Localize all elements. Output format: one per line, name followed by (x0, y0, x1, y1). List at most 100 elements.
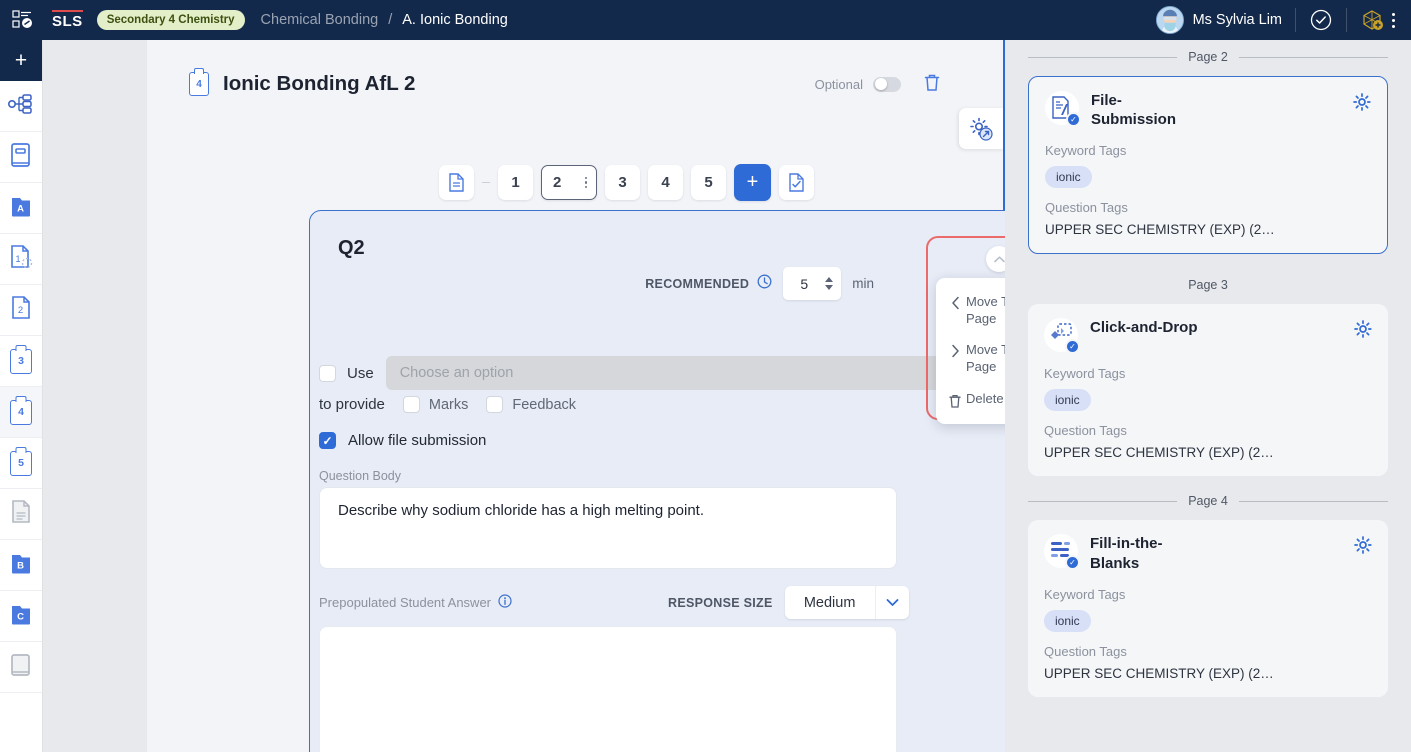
allow-file-submission-checkbox[interactable] (319, 432, 336, 449)
activity-header: 4 Ionic Bonding AfL 2 Optional (189, 62, 1003, 106)
trash-icon (944, 390, 966, 409)
menu-item-delete[interactable]: Delete (936, 383, 1005, 416)
svg-text:B: B (17, 560, 24, 571)
response-size-row: RESPONSE SIZE Medium (668, 586, 909, 619)
top-navigation-bar: SLS Secondary 4 Chemistry Chemical Bondi… (0, 0, 1411, 40)
keyword-tag[interactable]: ionic (1045, 166, 1092, 189)
question-tile-click-and-drop[interactable]: ✓ Click-and-Drop Keyword Tags ionic Ques… (1028, 304, 1388, 477)
question-actions-highlight: Move To Previous Page Move To Next Page … (926, 236, 1005, 424)
add-page-button[interactable]: + (734, 164, 771, 201)
editor-canvas: 4 Ionic Bonding AfL 2 Optional 1 2 3 4 5… (43, 40, 1005, 752)
feedback-checkbox[interactable] (486, 396, 504, 413)
response-size-select[interactable]: Medium (784, 586, 909, 619)
question-tile-fill-in-the-blanks[interactable]: ✓ Fill-in-the-Blanks Keyword Tags ionic … (1028, 520, 1388, 697)
gear-icon[interactable] (1353, 93, 1371, 116)
recommended-duration-row: RECOMMENDED 5 min (645, 267, 874, 300)
duration-spinner[interactable] (825, 277, 841, 290)
question-body-input[interactable]: Describe why sodium chloride has a high … (319, 487, 897, 569)
sidebar-item-overview[interactable] (0, 81, 42, 132)
feedback-label: Feedback (512, 396, 577, 413)
sidebar-item-section-a[interactable]: A (0, 183, 42, 234)
menu-item-move-to-previous-page[interactable]: Move To Previous Page (936, 286, 1005, 334)
tab-kebab-icon[interactable] (584, 176, 587, 189)
keyword-tags-label: Keyword Tags (1045, 143, 1127, 159)
tab-page-4[interactable]: 4 (648, 165, 683, 200)
to-provide-label: to provide (319, 396, 385, 413)
sidebar-item-book[interactable] (0, 132, 42, 183)
tab-document[interactable] (439, 165, 474, 200)
info-icon[interactable] (498, 594, 512, 611)
prepopulated-answer-input[interactable] (319, 626, 897, 752)
duration-unit: min (852, 276, 874, 291)
duration-stepper[interactable]: 5 (783, 267, 842, 300)
to-provide-row: to provide Marks Feedback (319, 396, 576, 413)
question-number: Q2 (338, 237, 365, 259)
settings-collapse-icon[interactable] (959, 108, 1003, 149)
trash-icon[interactable] (923, 72, 941, 97)
gear-icon[interactable] (1354, 320, 1372, 343)
tile-title: Fill-in-the-Blanks (1090, 535, 1163, 572)
page-separator-3: Page 3 (1028, 278, 1388, 292)
sidebar-item-book-grey[interactable] (0, 642, 42, 693)
sidebar-item-notes[interactable] (0, 489, 42, 540)
avatar[interactable] (1155, 6, 1184, 34)
kebab-menu-icon[interactable] (1384, 12, 1411, 28)
tab-page-1[interactable]: 1 (498, 165, 533, 200)
sls-task-icon[interactable] (10, 7, 36, 33)
keyword-tag[interactable]: ionic (1044, 389, 1091, 412)
question-card: Q2 RECOMMENDED 5 min Use Choose an optio… (309, 210, 1005, 752)
folder-icon: C (9, 602, 33, 631)
question-context-menu: Move To Previous Page Move To Next Page … (936, 278, 1005, 424)
svg-text:C: C (17, 611, 24, 622)
tab-page-5[interactable]: 5 (691, 165, 726, 200)
optional-label: Optional (814, 76, 863, 92)
chevron-down-icon[interactable] (874, 586, 909, 619)
option-select[interactable]: Choose an option (385, 356, 1005, 390)
activity-sheet: 4 Ionic Bonding AfL 2 Optional 1 2 3 4 5… (147, 40, 1005, 752)
keyword-tag[interactable]: ionic (1044, 609, 1091, 632)
sidebar-item-activity-1[interactable]: 1 (0, 234, 42, 285)
divider (1346, 8, 1347, 32)
checklist-icon[interactable] (779, 165, 814, 200)
page-label: Page 4 (1188, 494, 1228, 509)
breadcrumb-parent[interactable]: Chemical Bonding (261, 12, 379, 28)
allow-file-submission-row: Allow file submission (319, 432, 486, 449)
chevron-right-icon (944, 341, 966, 358)
menu-item-move-to-next-page[interactable]: Move To Next Page (936, 334, 1005, 382)
book-icon (9, 142, 33, 173)
sidebar-item-section-b[interactable]: B (0, 540, 42, 591)
use-checkbox[interactable] (319, 364, 336, 382)
use-label: Use (347, 364, 374, 382)
check-circle-icon[interactable] (1309, 8, 1333, 32)
sls-brand-logo[interactable]: SLS (52, 10, 83, 30)
marks-checkbox[interactable] (402, 396, 420, 413)
duration-value[interactable]: 5 (783, 276, 825, 292)
tab-page-3[interactable]: 3 (605, 165, 640, 200)
tile-title: File-Submission (1091, 92, 1177, 129)
add-network-icon[interactable] (1360, 8, 1384, 32)
question-tags-label: Question Tags (1044, 643, 1127, 659)
optional-toggle[interactable] (873, 76, 901, 92)
chevron-up-icon[interactable] (986, 246, 1005, 272)
tab-page-2[interactable]: 2 (541, 165, 597, 200)
menu-item-label: Delete (966, 390, 1004, 406)
fill-in-the-blanks-icon: ✓ (1044, 534, 1080, 571)
question-tile-file-submission[interactable]: ✓ File-Submission Keyword Tags ionic Que… (1028, 76, 1388, 255)
clock-icon (757, 274, 772, 294)
svg-text:A: A (17, 203, 24, 214)
question-tags-value: UPPER SEC CHEMISTRY (EXP) (2… (1045, 222, 1275, 238)
sidebar-item-activity-3[interactable]: 3 (0, 336, 42, 387)
rail-add-button[interactable]: + (0, 40, 42, 81)
sidebar-item-activity-2[interactable]: 2 (0, 285, 42, 336)
class-chip[interactable]: Secondary 4 Chemistry (96, 10, 245, 30)
clipboard-4-icon: 4 (189, 72, 209, 96)
tile-title: Click-and-Drop (1090, 319, 1198, 337)
sidebar-item-activity-5[interactable]: 5 (0, 438, 42, 489)
tile-header: ✓ File-Submission (1045, 91, 1371, 129)
allow-file-submission-label: Allow file submission (348, 432, 487, 449)
gear-icon[interactable] (1354, 536, 1372, 559)
clipboard-icon: 3 (10, 348, 32, 374)
sidebar-item-section-c[interactable]: C (0, 591, 42, 642)
response-size-value: Medium (803, 594, 856, 611)
sidebar-item-activity-4[interactable]: 4 (0, 387, 42, 438)
